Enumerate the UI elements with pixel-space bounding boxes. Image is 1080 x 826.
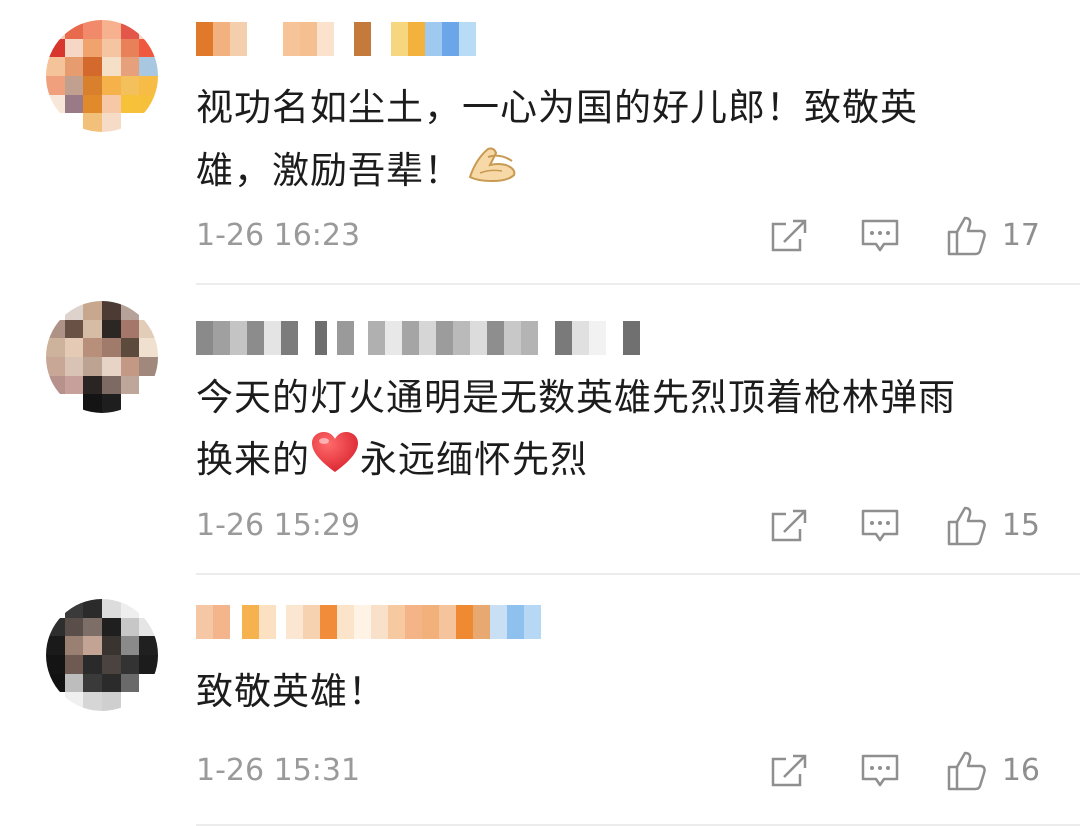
comment-meta: 1-26 16:23 17	[196, 213, 1050, 259]
share-button[interactable]	[770, 753, 810, 789]
comment-icon	[861, 219, 899, 252]
comment-text-line: 视功名如尘土，一心为国的好儿郎！致敬英	[196, 86, 918, 129]
thumbs-up-icon	[947, 216, 986, 256]
timestamp: 1-26 15:31	[196, 753, 361, 788]
share-button[interactable]	[770, 508, 810, 544]
share-icon	[771, 219, 807, 252]
reply-button[interactable]	[860, 753, 900, 789]
action-bar: 17	[770, 213, 1040, 259]
like-count: 15	[1001, 508, 1040, 543]
comment-meta: 1-26 15:29 15	[196, 503, 1050, 549]
username[interactable]	[196, 605, 541, 639]
like-button[interactable]: 17	[946, 213, 1040, 259]
red-heart-emoji	[310, 430, 360, 493]
username[interactable]	[196, 22, 476, 56]
comment-item: 今天的灯火通明是无数英雄先烈顶着枪林弹雨 换来的 永远缅怀先烈 1-26 15:2…	[0, 285, 1080, 575]
like-count: 16	[1001, 753, 1040, 788]
comment-text: 今天的灯火通明是无数英雄先烈顶着枪林弹雨 换来的 永远缅怀先烈	[196, 367, 1056, 493]
reply-button[interactable]	[860, 508, 900, 544]
comment-text-line: 永远缅怀先烈	[360, 438, 588, 481]
thumbs-up-icon	[947, 506, 986, 546]
comment-icon	[861, 754, 899, 787]
comment-text: 视功名如尘土，一心为国的好儿郎！致敬英 雄，激励吾辈！	[196, 77, 1056, 206]
comment-item: 致敬英雄！ 1-26 15:31 16	[0, 575, 1080, 826]
timestamp: 1-26 16:23	[196, 218, 361, 253]
action-bar: 15	[770, 503, 1040, 549]
comment-icon	[861, 509, 899, 542]
reply-button[interactable]	[860, 218, 900, 254]
share-icon	[771, 509, 807, 542]
action-bar: 16	[770, 748, 1040, 794]
comment-text-line: 今天的灯火通明是无数英雄先烈顶着枪林弹雨	[196, 376, 956, 419]
comment-text-line: 换来的	[196, 438, 310, 481]
like-button[interactable]: 15	[946, 503, 1040, 549]
comment-text: 致敬英雄！	[196, 661, 1056, 723]
timestamp: 1-26 15:29	[196, 508, 361, 543]
pray-hands-emoji	[462, 139, 522, 206]
like-count: 17	[1001, 218, 1040, 253]
share-icon	[771, 754, 807, 787]
like-button[interactable]: 16	[946, 748, 1040, 794]
comment-text-line: 致敬英雄！	[196, 670, 386, 713]
comment-item: 视功名如尘土，一心为国的好儿郎！致敬英 雄，激励吾辈！ 1-26 16:23 17	[0, 0, 1080, 285]
share-button[interactable]	[770, 218, 810, 254]
avatar[interactable]	[46, 20, 158, 132]
comment-meta: 1-26 15:31 16	[196, 748, 1050, 794]
username[interactable]	[196, 321, 640, 355]
avatar[interactable]	[46, 599, 158, 711]
avatar[interactable]	[46, 301, 158, 413]
comment-text-line: 雄，激励吾辈！	[196, 149, 462, 192]
thumbs-up-icon	[947, 751, 986, 791]
